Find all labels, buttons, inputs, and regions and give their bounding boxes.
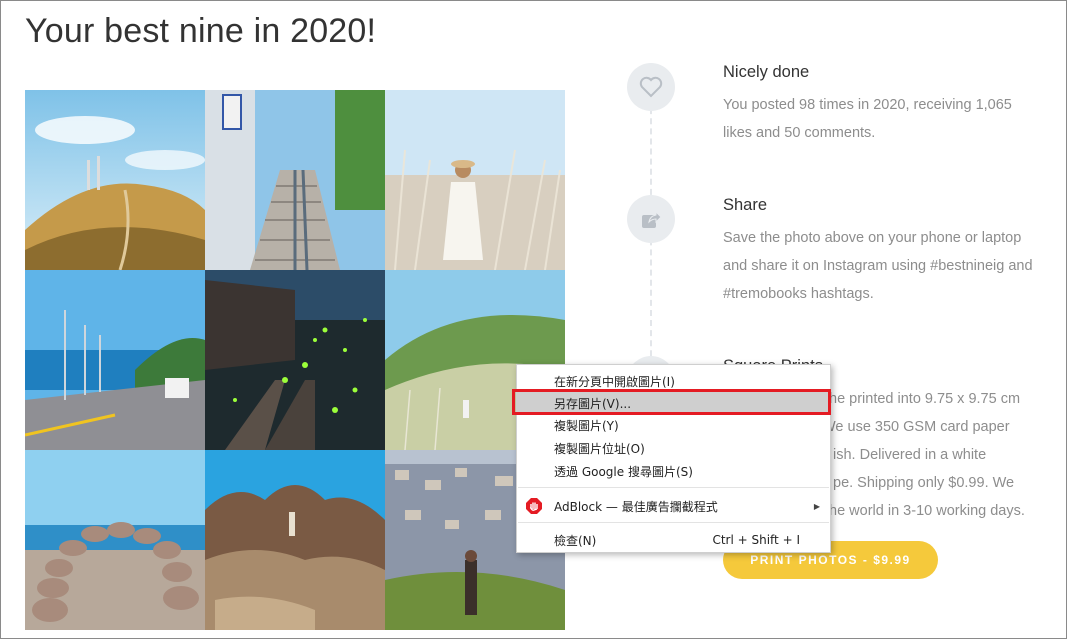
stairs-railway-photo[interactable] [205,90,385,270]
step-done-text: You posted 98 times in 2020, receiving 1… [723,97,1012,141]
menu-item-label: 複製圖片(Y) [554,418,619,433]
step-prints-text-5: the world in 3-10 working days. [825,503,1025,519]
menu-shortcut: Ctrl + Shift + I [712,533,800,547]
share-icon [627,195,675,243]
step-prints-text-4: pe. Shipping only $0.99. We [833,475,1015,491]
woman-pampas-grass-photo[interactable] [385,90,565,270]
step-done-title: Nicely done [723,63,810,81]
step-prints-text-1: he printed into 9.75 x 9.75 cm [829,391,1021,407]
step-prints-text-3: ish. Delivered in a white [833,447,987,463]
menu-copy-image[interactable]: 複製圖片(Y) [517,414,830,436]
menu-search-google-image[interactable]: 透過 Google 搜尋圖片(S) [517,460,830,482]
step-share-title: Share [723,196,768,214]
hill-lighthouse-photo[interactable] [25,90,205,270]
page-title: Your best nine in 2020! [25,12,377,50]
menu-item-label: 在新分頁中開啟圖片(I) [554,374,675,389]
menu-item-label: 檢查(N) [554,533,597,548]
menu-item-label: 複製圖片位址(O) [554,441,645,456]
menu-item-label: 透過 Google 搜尋圖片(S) [554,464,693,479]
menu-separator [518,487,829,488]
menu-inspect[interactable]: 檢查(N) Ctrl + Shift + I [517,529,830,551]
sea-rocks-photo[interactable] [205,450,385,630]
stacked-stones-arch-photo[interactable] [25,450,205,630]
adblock-icon [526,498,542,514]
menu-item-label: AdBlock — 最佳廣告攔截程式 [554,499,718,514]
step-share-text: Save the photo above on your phone or la… [723,230,1033,302]
highlight-box [512,389,831,415]
heart-icon [627,63,675,111]
seaside-highway-photo[interactable] [25,270,205,450]
menu-separator [518,522,829,523]
fireflies-railway-night-photo[interactable] [205,270,385,450]
menu-adblock[interactable]: AdBlock — 最佳廣告攔截程式 ▶ [517,495,830,517]
best-nine-grid [25,90,565,630]
step-prints-text-2: We use 350 GSM card paper [822,419,1010,435]
menu-copy-image-address[interactable]: 複製圖片位址(O) [517,437,830,459]
submenu-arrow-icon: ▶ [813,501,820,511]
